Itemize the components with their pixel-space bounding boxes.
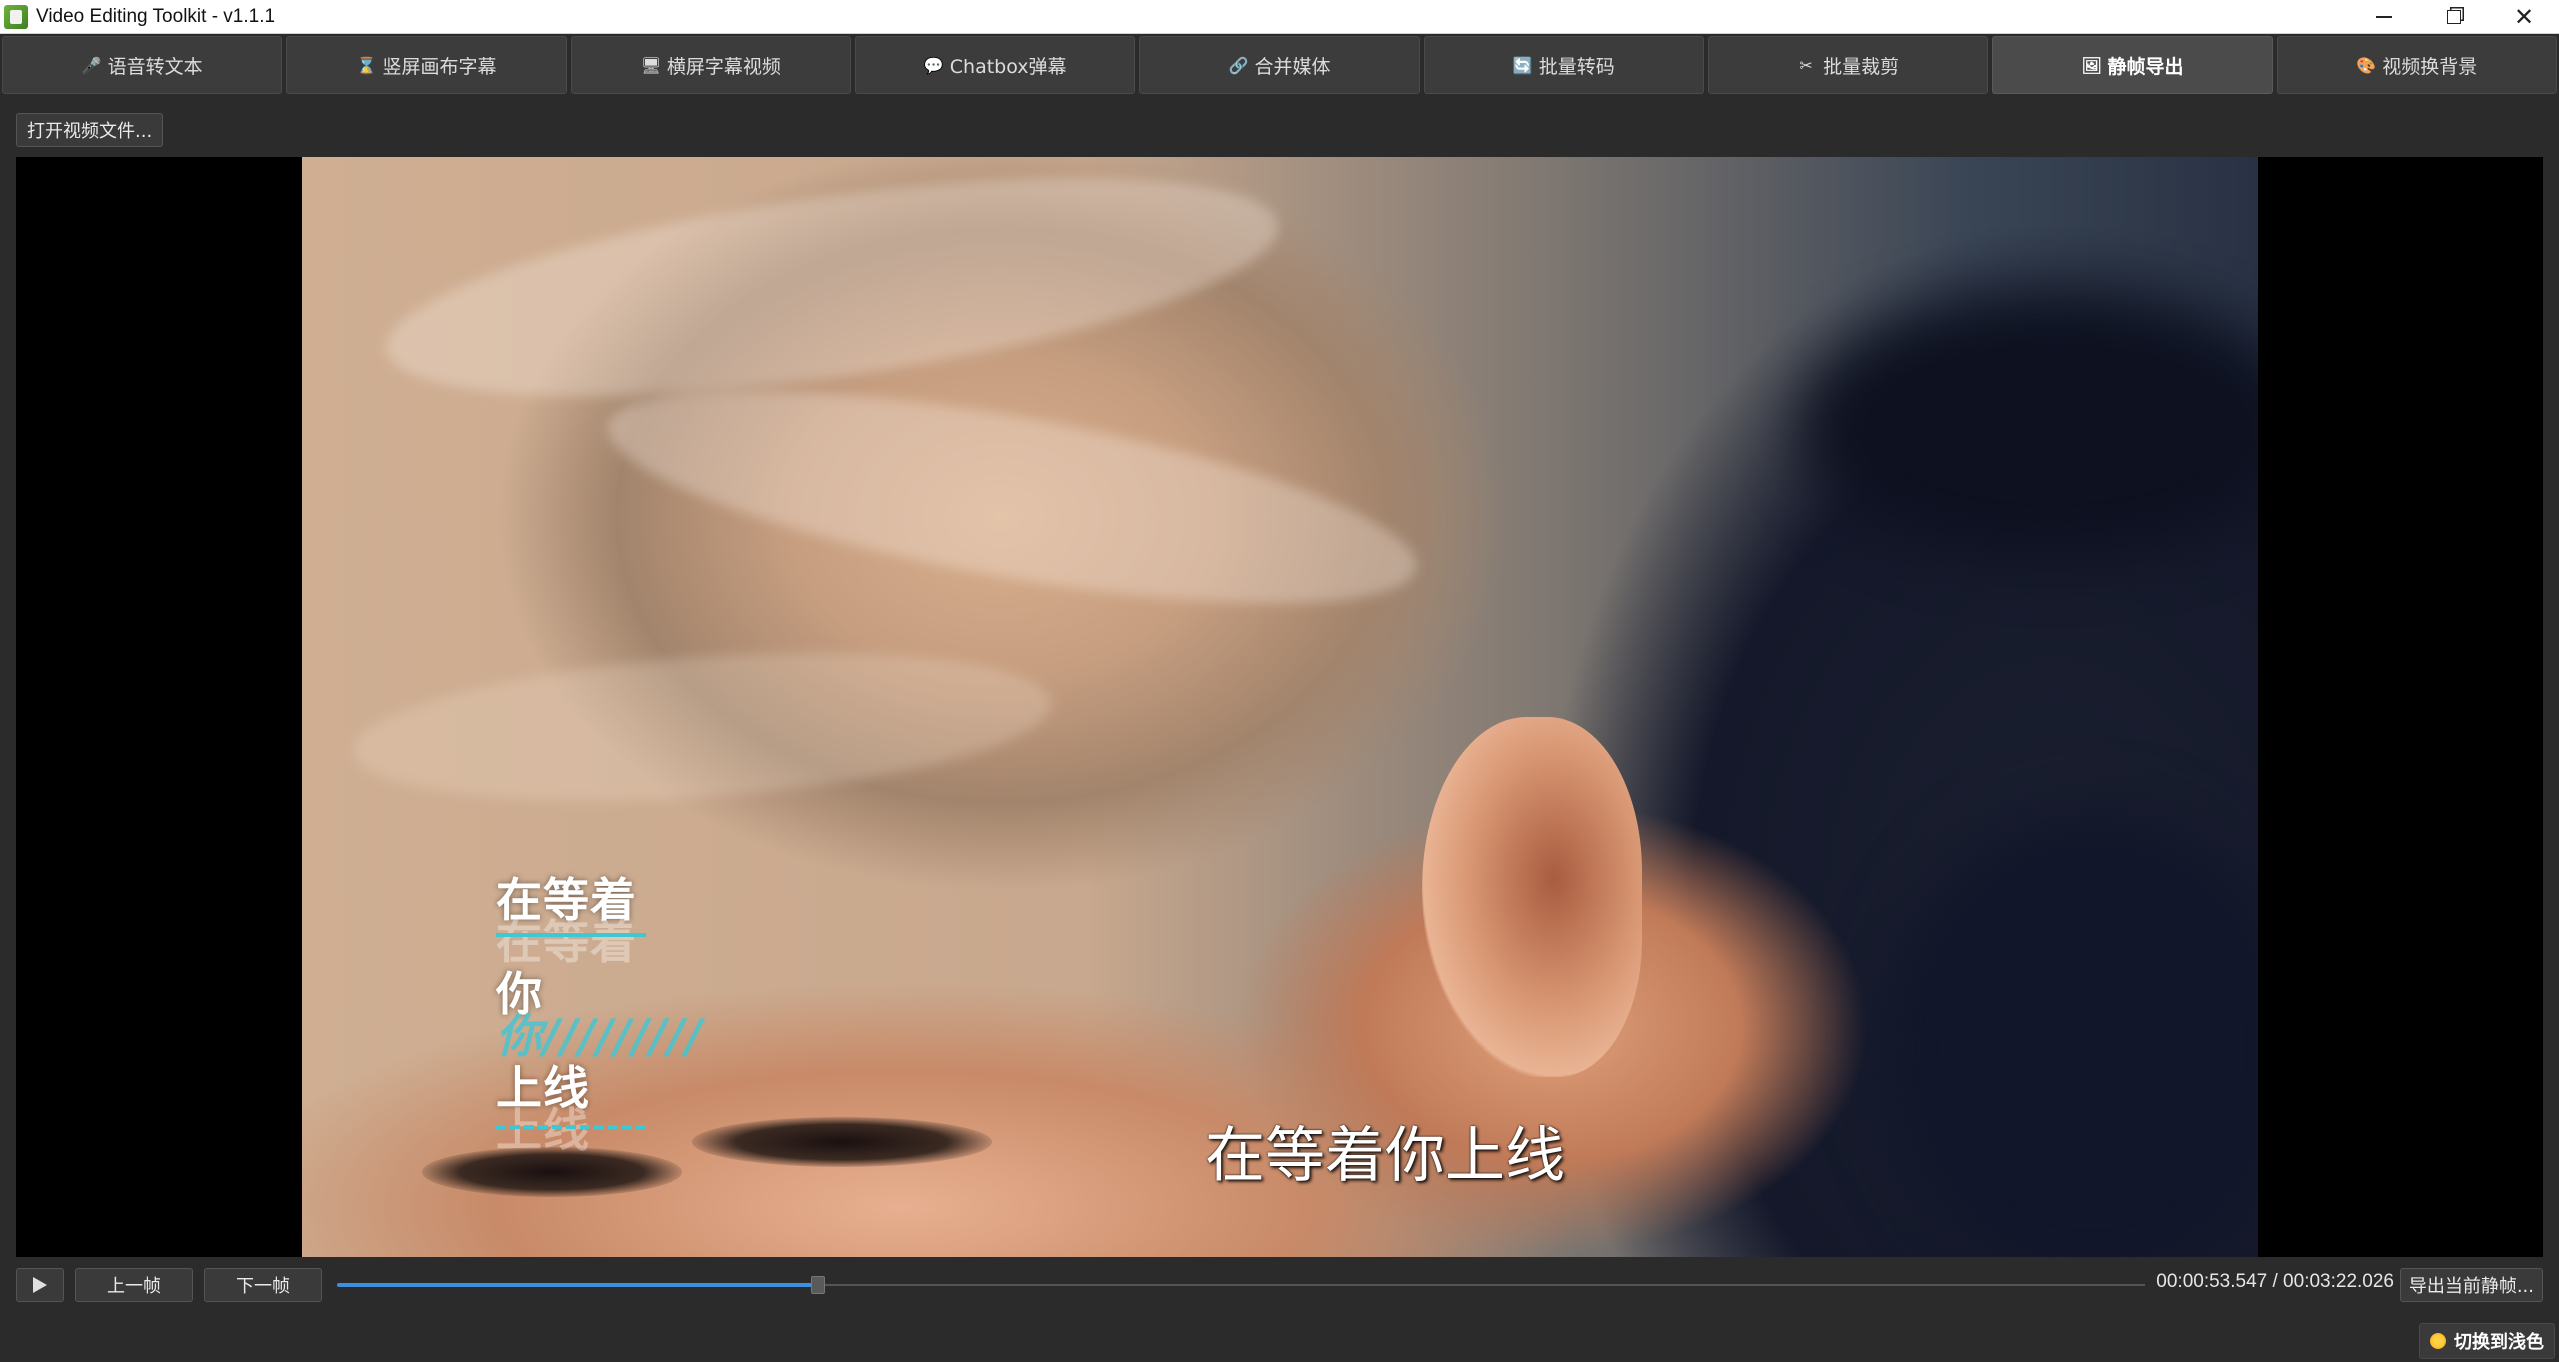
ear-shape — [1422, 717, 1642, 1077]
video-frame: 在等着 在等着 你 你///////// 上线 上线 在等着你上线 — [302, 157, 2258, 1257]
scissors-icon: ✂ — [1799, 55, 1813, 75]
timeline-slider[interactable] — [337, 1276, 2145, 1294]
tab-label: Chatbox弹幕 — [949, 55, 1067, 78]
lyric-ghost: 在等着 — [496, 919, 696, 965]
timeline-handle[interactable] — [810, 1276, 825, 1294]
minimize-icon — [2376, 16, 2392, 18]
export-frame-button[interactable]: 导出当前静帧... — [2399, 1268, 2543, 1302]
tab-horizontal-subtitle-video[interactable]: 🖥 横屏字幕视频 — [570, 36, 851, 94]
play-button[interactable] — [16, 1268, 64, 1302]
subtitle-text: 在等着你上线 — [1205, 1121, 1565, 1191]
tab-label: 横屏字幕视频 — [666, 55, 781, 78]
tab-video-background-swap[interactable]: 🎨 视频换背景 — [2276, 36, 2557, 94]
sun-icon — [2430, 1333, 2446, 1349]
tab-still-frame-export[interactable]: 🖼 静帧导出 — [1992, 36, 2273, 94]
hair-highlight — [347, 632, 1057, 822]
tab-label: 批量转码 — [1538, 55, 1615, 78]
tab-vertical-canvas-subtitles[interactable]: ⌛ 竖屏画布字幕 — [286, 36, 567, 94]
link-icon: 🔗 — [1228, 55, 1249, 75]
open-video-button[interactable]: 打开视频文件... — [16, 113, 164, 147]
refresh-icon: 🔄 — [1512, 55, 1533, 75]
video-viewer[interactable]: 在等着 在等着 你 你///////// 上线 上线 在等着你上线 — [16, 157, 2543, 1257]
tab-label: 批量裁剪 — [1823, 55, 1900, 78]
tab-label: 视频换背景 — [2382, 55, 2478, 78]
palette-icon: 🎨 — [2356, 55, 2377, 75]
tab-label: 竖屏画布字幕 — [382, 55, 497, 78]
tab-merge-media[interactable]: 🔗 合并媒体 — [1139, 36, 1420, 94]
maximize-button[interactable] — [2419, 0, 2489, 34]
theme-toggle-button[interactable]: 切换到浅色 — [2419, 1323, 2555, 1359]
tab-label: 语音转文本 — [107, 55, 203, 78]
time-display: 00:00:53.547 / 00:03:22.026 — [2156, 1271, 2394, 1292]
timeline-progress — [337, 1283, 818, 1287]
window-title: Video Editing Toolkit - v1.1.1 — [36, 5, 276, 27]
title-bar: Video Editing Toolkit - v1.1.1 ✕ — [0, 0, 2559, 34]
hourglass-icon: ⌛ — [356, 55, 377, 75]
app-icon — [4, 4, 28, 29]
speech-bubble-icon: 💬 — [923, 55, 944, 75]
tab-bar: 🎤 语音转文本 ⌛ 竖屏画布字幕 🖥 横屏字幕视频 💬 Chatbox弹幕 🔗 … — [0, 34, 2559, 96]
close-icon: ✕ — [2513, 3, 2535, 31]
tab-label: 合并媒体 — [1254, 55, 1331, 78]
picture-icon: 🖼 — [2081, 55, 2102, 75]
tab-chatbox-danmaku[interactable]: 💬 Chatbox弹幕 — [854, 36, 1136, 94]
minimize-button[interactable] — [2349, 0, 2419, 34]
window-controls: ✕ — [2349, 0, 2559, 34]
lyric-ghost: 你///////// — [496, 1009, 704, 1063]
restore-icon — [2447, 10, 2461, 24]
next-frame-button[interactable]: 下一帧 — [204, 1268, 322, 1302]
tab-speech-to-text[interactable]: 🎤 语音转文本 — [2, 36, 283, 94]
tab-label: 静帧导出 — [2107, 55, 2184, 78]
play-icon — [33, 1277, 47, 1293]
tab-batch-trim[interactable]: ✂ 批量裁剪 — [1707, 36, 1989, 94]
hair-highlight — [594, 347, 1430, 647]
monitor-icon: 🖥 — [640, 55, 662, 75]
close-button[interactable]: ✕ — [2489, 0, 2559, 34]
theme-toggle-label: 切换到浅色 — [2454, 1332, 2544, 1353]
background-shadow — [1802, 297, 2258, 557]
tab-batch-transcode[interactable]: 🔄 批量转码 — [1423, 36, 1704, 94]
microphone-icon: 🎤 — [81, 55, 102, 75]
prev-frame-button[interactable]: 上一帧 — [75, 1268, 193, 1302]
